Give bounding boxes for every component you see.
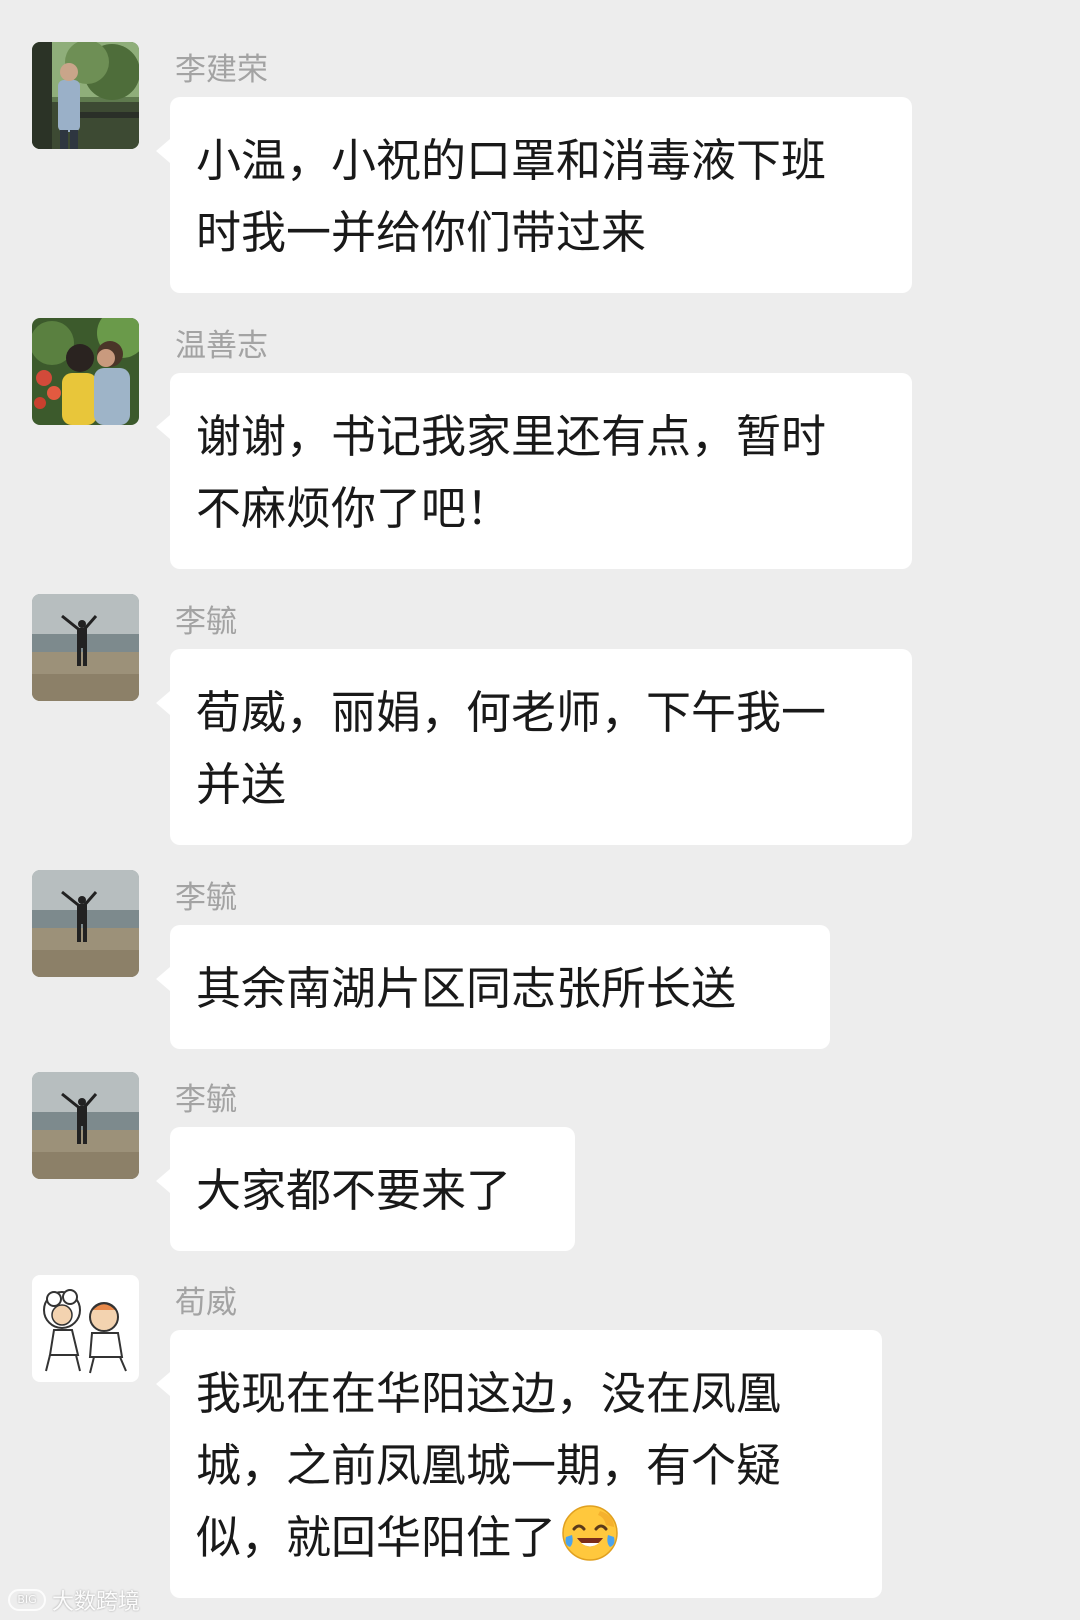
message-line-with-emoji: 似，就回华阳住了: [196, 1502, 854, 1574]
chat-message: 温善志 谢谢，书记我家里还有点，暂时 不麻烦你了吧！: [0, 318, 1080, 569]
avatar[interactable]: [32, 594, 139, 701]
sender-name: 李毓: [175, 1082, 237, 1118]
watermark-logo: BIG: [8, 1589, 46, 1611]
message-bubble[interactable]: 谢谢，书记我家里还有点，暂时 不麻烦你了吧！: [156, 373, 912, 569]
sender-name: 李建荣: [175, 52, 268, 88]
beach-photo-avatar-icon: [32, 594, 139, 701]
chat-message: 李建荣 小温，小祝的口罩和消毒液下班 时我一并给你们带过来: [0, 42, 1080, 293]
message-line: 城，之前凤凰城一期，有个疑: [196, 1439, 782, 1492]
chat-message: 李毓 大家都不要来了: [0, 1072, 1080, 1251]
chat-message: 李毓 荀威，丽娟，何老师，下午我一 并送: [0, 594, 1080, 845]
watermark-text: 大数跨境: [52, 1590, 141, 1615]
chat-message: 李毓 其余南湖片区同志张所长送: [0, 870, 1080, 1049]
couple-photo-avatar-icon: [32, 318, 139, 425]
watermark: BIG 大数跨境: [8, 1584, 140, 1616]
sender-name: 温善志: [175, 328, 268, 364]
message-bubble[interactable]: 大家都不要来了: [156, 1127, 575, 1251]
message-bubble[interactable]: 小温，小祝的口罩和消毒液下班 时我一并给你们带过来: [156, 97, 912, 293]
cartoon-avatar-icon: [32, 1275, 139, 1382]
laughing-crying-emoji-icon: [562, 1505, 618, 1561]
message-line: 时我一并给你们带过来: [196, 206, 647, 259]
message-bubble[interactable]: 其余南湖片区同志张所长送: [156, 925, 830, 1049]
message-line: 大家都不要来了: [196, 1164, 512, 1217]
sender-name: 李毓: [175, 880, 237, 916]
message-bubble[interactable]: 我现在在华阳这边，没在凤凰 城，之前凤凰城一期，有个疑 似，就回华阳住了: [156, 1330, 882, 1598]
avatar[interactable]: [32, 870, 139, 977]
message-line: 其余南湖片区同志张所长送: [196, 962, 737, 1015]
message-bubble[interactable]: 荀威，丽娟，何老师，下午我一 并送: [156, 649, 912, 845]
beach-photo-avatar-icon: [32, 1072, 139, 1179]
sender-name: 荀威: [175, 1285, 237, 1321]
message-line: 谢谢，书记我家里还有点，暂时: [196, 410, 827, 463]
message-line: 荀威，丽娟，何老师，下午我一: [196, 686, 827, 739]
chat-message: 荀威 我现在在华阳这边，没在凤凰 城，之前凤凰城一期，有个疑 似，就回华阳住了: [0, 1275, 1080, 1605]
sender-name: 李毓: [175, 604, 237, 640]
avatar[interactable]: [32, 1072, 139, 1179]
avatar[interactable]: [32, 42, 139, 149]
message-line: 似，就回华阳住了: [196, 1511, 557, 1564]
avatar[interactable]: [32, 1275, 139, 1382]
message-line: 并送: [196, 758, 287, 811]
beach-photo-avatar-icon: [32, 870, 139, 977]
message-line: 小温，小祝的口罩和消毒液下班: [196, 134, 827, 187]
message-line: 我现在在华阳这边，没在凤凰: [196, 1367, 782, 1420]
avatar[interactable]: [32, 318, 139, 425]
landscape-photo-avatar-icon: [32, 42, 139, 149]
message-line: 不麻烦你了吧！: [196, 482, 512, 535]
